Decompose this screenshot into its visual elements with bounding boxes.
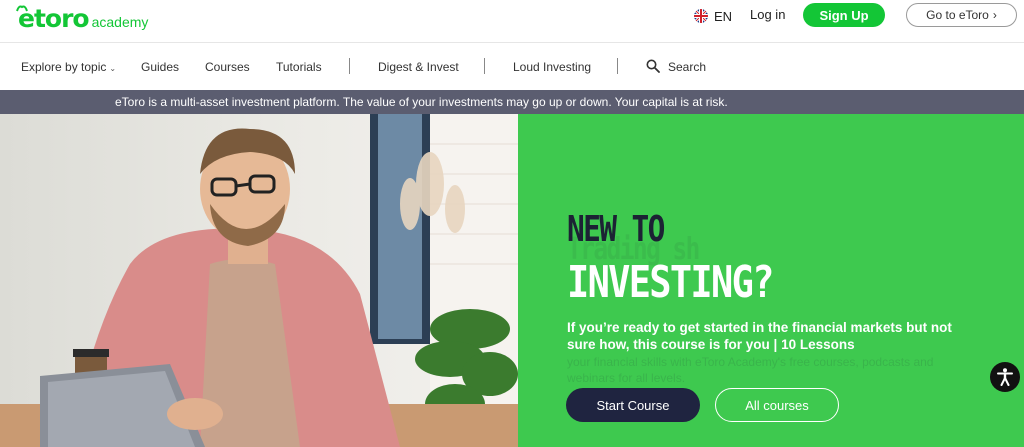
all-courses-button[interactable]: All courses (715, 388, 839, 422)
top-header: etoro academy EN Log in Sign Up Go to eT… (0, 0, 1024, 42)
chevron-down-icon: ⌄ (109, 64, 117, 73)
search-icon[interactable] (646, 59, 660, 73)
risk-warning-banner: eToro is a multi-asset investment platfo… (0, 90, 1024, 114)
hero-section: Trading sh NEW TO INVESTING? your financ… (0, 114, 1024, 447)
go-to-etoro-label: Go to eToro (926, 8, 989, 22)
nav-separator (484, 58, 485, 74)
man-with-laptop-image (0, 114, 518, 447)
nav-loud-investing[interactable]: Loud Investing (513, 60, 591, 74)
hero-description: If you’re ready to get started in the fi… (567, 320, 952, 352)
language-label: EN (714, 8, 733, 24)
ghost-description: your financial skills with eToro Academy… (567, 355, 934, 385)
nav-courses[interactable]: Courses (205, 60, 250, 74)
hero-headline-line2: INVESTING? (567, 257, 774, 308)
hero-headline-line1: NEW TO (567, 209, 665, 250)
nav-search[interactable]: Search (668, 60, 706, 74)
main-nav: Explore by topic ⌄ Guides Courses Tutoria… (0, 43, 1024, 90)
login-link[interactable]: Log in (750, 7, 785, 22)
accessibility-button[interactable] (990, 362, 1020, 392)
nav-explore-by-topic[interactable]: Explore by topic ⌄ (21, 60, 116, 74)
signup-button[interactable]: Sign Up (803, 3, 885, 27)
nav-explore-label: Explore by topic (21, 60, 107, 74)
risk-warning-text: eToro is a multi-asset investment platfo… (115, 95, 728, 109)
go-to-etoro-button[interactable]: Go to eToro › (906, 3, 1017, 27)
nav-guides[interactable]: Guides (141, 60, 179, 74)
language-selector[interactable]: EN (694, 8, 732, 24)
logo-subtitle: academy (91, 14, 149, 30)
accessibility-icon (997, 368, 1013, 386)
nav-digest-invest[interactable]: Digest & Invest (378, 60, 459, 74)
nav-separator (617, 58, 618, 74)
start-course-button[interactable]: Start Course (566, 388, 700, 422)
logo-flare-icon (16, 5, 28, 12)
uk-flag-icon (694, 9, 708, 23)
nav-tutorials[interactable]: Tutorials (276, 60, 322, 74)
etoro-academy-logo[interactable]: etoro academy (16, 4, 149, 33)
hero-photo (0, 114, 518, 447)
logo-wordmark: etoro (18, 4, 90, 33)
chevron-right-icon: › (992, 8, 997, 22)
hero-content-panel: Trading sh NEW TO INVESTING? your financ… (518, 114, 1024, 447)
nav-separator (349, 58, 350, 74)
